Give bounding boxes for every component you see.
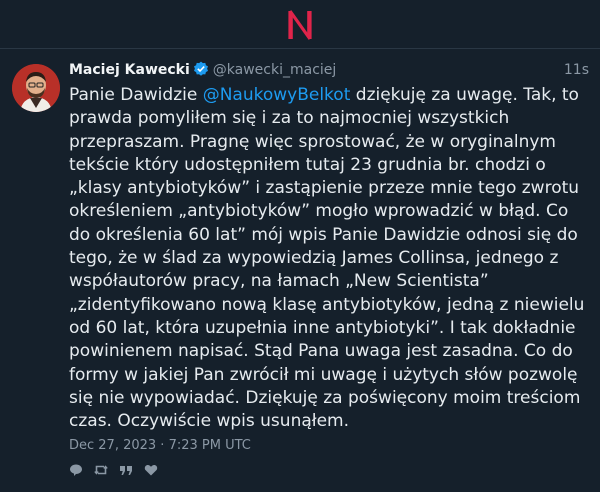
tweet: Maciej Kawecki @kawecki_maciej 11s Panie… xyxy=(69,58,589,478)
verified-badge-icon xyxy=(193,61,209,77)
top-bar xyxy=(0,0,600,48)
retweet-icon[interactable] xyxy=(94,463,108,477)
tweet-actions xyxy=(69,462,589,478)
author-avatar[interactable] xyxy=(12,64,60,112)
tweet-text: Panie Dawidzie @NaukowyBelkot dziękuję z… xyxy=(69,84,589,433)
mention-link[interactable]: @NaukowyBelkot xyxy=(203,85,351,105)
tweet-relative-time[interactable]: 11s xyxy=(564,58,589,82)
author-handle[interactable]: @kawecki_maciej xyxy=(213,62,337,78)
author-name[interactable]: Maciej Kawecki xyxy=(69,62,190,78)
nitter-logo-icon[interactable] xyxy=(283,9,317,41)
reply-icon[interactable] xyxy=(69,463,83,477)
tweet-text-after-mention: dziękuję za uwagę. Tak, to prawda pomyli… xyxy=(69,85,585,432)
header-divider xyxy=(0,48,600,49)
quote-icon[interactable] xyxy=(119,463,133,477)
tweet-text-before-mention: Panie Dawidzie xyxy=(69,85,203,105)
like-icon[interactable] xyxy=(144,463,158,477)
tweet-date[interactable]: Dec 27, 2023 · 7:23 PM UTC xyxy=(69,438,589,453)
tweet-header: Maciej Kawecki @kawecki_maciej 11s xyxy=(69,58,589,82)
